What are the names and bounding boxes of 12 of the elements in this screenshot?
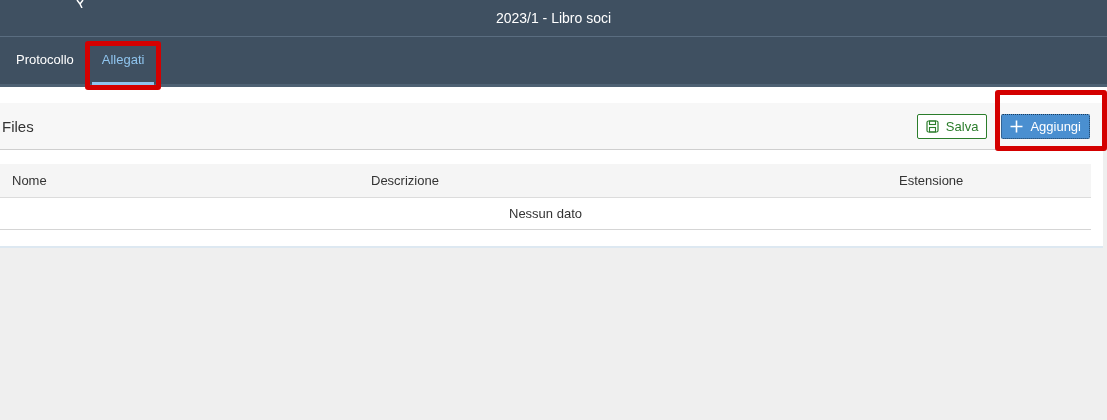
column-header: Descrizione	[370, 173, 440, 188]
add-button[interactable]: Aggiungi	[1001, 113, 1090, 139]
section-title: Files	[2, 117, 34, 135]
window-title: 2023/1 - Libro soci	[495, 10, 612, 26]
empty-message: Nessun dato	[509, 206, 582, 221]
plus-icon	[1010, 119, 1024, 133]
save-icon	[925, 119, 939, 133]
tab[interactable]: Allegati	[91, 37, 155, 85]
save-button[interactable]: Salva	[916, 113, 988, 139]
column-header: Nome	[11, 173, 48, 188]
tab[interactable]: Protocollo	[6, 37, 84, 85]
column-header: Estensione	[898, 173, 965, 188]
